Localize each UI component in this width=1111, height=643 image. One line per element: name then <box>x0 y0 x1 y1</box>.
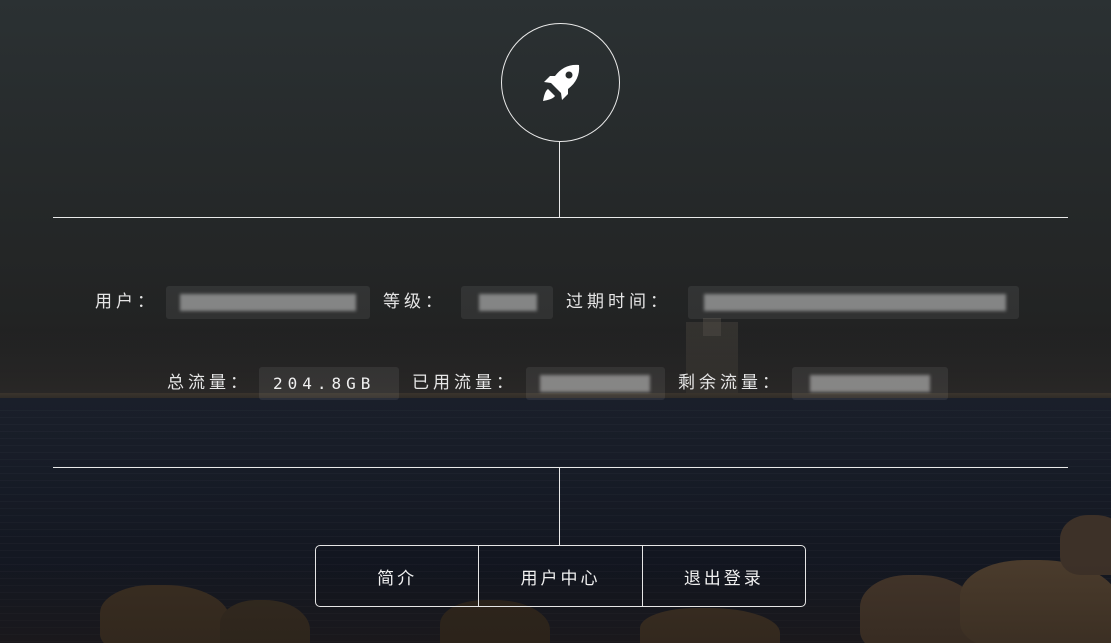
connector-line-top <box>559 141 560 217</box>
divider-bottom <box>53 467 1068 468</box>
expire-value <box>688 286 1019 319</box>
expire-label: 过期时间： <box>566 292 671 312</box>
nav-button-group: 简介 用户中心 退出登录 <box>315 545 806 607</box>
level-value <box>461 286 553 319</box>
divider-top <box>53 217 1068 218</box>
used-traffic-label: 已用流量： <box>412 373 517 393</box>
user-label: 用户： <box>95 292 158 312</box>
remaining-traffic-value <box>792 367 948 400</box>
total-traffic-label: 总流量： <box>167 373 251 393</box>
total-traffic-text: 204.8GB <box>273 374 376 393</box>
total-traffic-value: 204.8GB <box>259 367 399 400</box>
user-center-button[interactable]: 用户中心 <box>478 546 642 606</box>
used-traffic-value <box>526 367 665 400</box>
rocket-icon <box>542 64 579 101</box>
user-value <box>166 286 370 319</box>
level-label: 等级： <box>383 292 446 312</box>
logout-button[interactable]: 退出登录 <box>641 546 805 606</box>
logo-circle <box>501 23 620 142</box>
intro-button[interactable]: 简介 <box>316 546 479 606</box>
connector-line-bottom <box>559 468 560 546</box>
remaining-traffic-label: 剩余流量： <box>678 373 783 393</box>
